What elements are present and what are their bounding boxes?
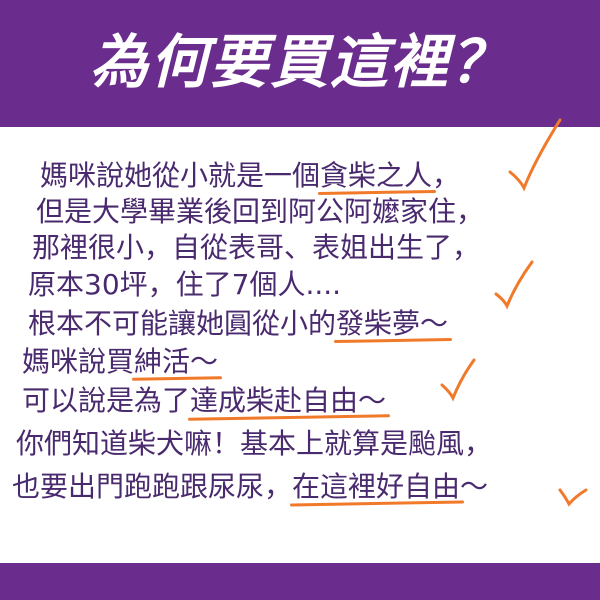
- highlighted-text: 貪柴之人: [320, 157, 432, 195]
- text-line: 根本不可能讓她圓從小的發柴夢～: [28, 305, 448, 343]
- text-line: 原本30坪，住了7個人....: [28, 266, 341, 304]
- line-text: ，: [432, 159, 461, 192]
- text-line: 媽咪說買紳活～: [22, 343, 218, 381]
- line-text: 也要出門跑跑跟尿尿，: [12, 470, 293, 503]
- check-mark-icon: [494, 260, 534, 310]
- footer-banner: [0, 563, 600, 600]
- line-text: 原本30坪，住了7個人....: [28, 268, 342, 301]
- text-line: 你們知道柴犬嘛！基本上就算是颱風，: [16, 425, 492, 463]
- line-text: 可以說是為了: [22, 384, 191, 417]
- text-line: 可以說是為了達成柴赴自由～: [22, 382, 386, 420]
- line-text: 那裡很小，自從表哥、表姐出生了，: [32, 231, 481, 264]
- page-title: 為何要買這裡？: [89, 28, 510, 96]
- line-text: 你們知道柴犬嘛！基本上就算是颱風，: [16, 427, 493, 460]
- line-text: 但是大學畢業後回到阿公阿嬤家住，: [36, 195, 485, 228]
- highlighted-text: 達成柴赴自由～: [190, 382, 386, 420]
- line-text: 根本不可能讓她圓從小的: [28, 307, 337, 340]
- text-line: 但是大學畢業後回到阿公阿嬤家住，: [36, 193, 484, 231]
- line-text: 媽咪說她從小就是一個: [40, 159, 321, 192]
- check-mark-icon: [558, 488, 588, 507]
- text-line: 那裡很小，自從表哥、表姐出生了，: [32, 229, 480, 267]
- text-line: 媽咪說她從小就是一個貪柴之人，: [40, 157, 460, 195]
- line-text: ～: [460, 470, 489, 503]
- highlighted-text: 發柴夢～: [336, 305, 448, 343]
- highlighted-text: 紳活～: [134, 343, 218, 381]
- check-mark-icon: [508, 118, 562, 192]
- line-text: 媽咪說買: [22, 345, 135, 378]
- text-line: 也要出門跑跑跟尿尿，在這裡好自由～: [12, 468, 488, 506]
- highlighted-text: 在這裡好自由: [292, 468, 460, 506]
- check-mark-icon: [440, 358, 476, 402]
